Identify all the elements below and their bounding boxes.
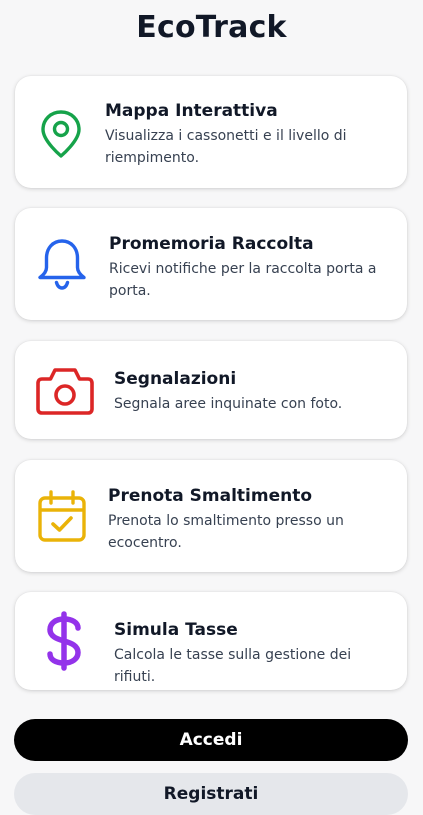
app-screen: EcoTrack Mappa Interattiva Visualizza i … <box>0 0 423 815</box>
map-pin-icon <box>41 110 81 158</box>
feature-description: Prenota lo smaltimento presso un ecocent… <box>108 513 344 551</box>
login-button[interactable]: Accedi <box>14 719 408 761</box>
camera-icon <box>36 368 94 415</box>
feature-card-booking[interactable]: Prenota Smaltimento Prenota lo smaltimen… <box>15 460 407 572</box>
feature-card-reminder[interactable]: Promemoria Raccolta Ricevi notifiche per… <box>15 208 407 320</box>
app-title: EcoTrack <box>136 10 287 45</box>
feature-title: Simula Tasse <box>114 620 238 640</box>
feature-title: Mappa Interattiva <box>105 101 278 121</box>
register-button[interactable]: Registrati <box>14 773 408 815</box>
feature-title: Prenota Smaltimento <box>108 486 313 506</box>
dollar-icon <box>47 611 81 671</box>
bell-icon <box>38 239 86 290</box>
feature-description: Calcola le tasse sulla gestione dei rifi… <box>114 647 352 685</box>
feature-card-map[interactable]: Mappa Interattiva Visualizza i cassonett… <box>15 76 407 188</box>
feature-title: Segnalazioni <box>114 369 237 389</box>
calendar-check-icon <box>38 490 86 542</box>
feature-card-reports[interactable]: Segnalazioni Segnala aree inquinate con … <box>15 341 407 439</box>
feature-description: Ricevi notifiche per la raccolta porta a… <box>109 261 377 299</box>
feature-card-tax-simulator[interactable]: Simula Tasse Calcola le tasse sulla gest… <box>15 592 407 690</box>
feature-description: Segnala aree inquinate con foto. <box>114 396 343 412</box>
feature-title: Promemoria Raccolta <box>109 234 314 254</box>
feature-description: Visualizza i cassonetti e il livello di … <box>105 128 347 166</box>
